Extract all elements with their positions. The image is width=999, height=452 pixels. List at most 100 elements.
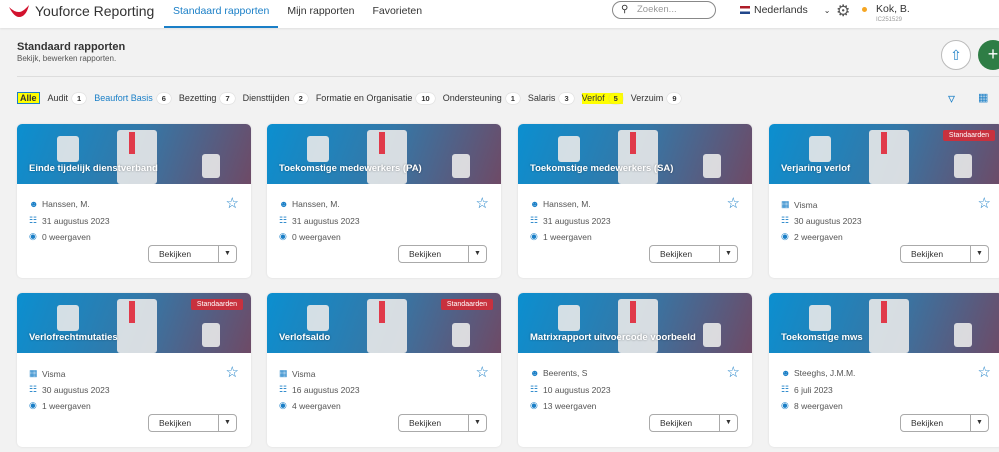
favorite-star-icon[interactable]: ☆: [226, 363, 239, 381]
card-date: 16 augustus 2023: [292, 384, 360, 395]
favorite-star-icon[interactable]: ☆: [978, 194, 991, 212]
add-report-button[interactable]: +: [978, 40, 999, 70]
banner-illustration: [954, 323, 972, 347]
calendar-icon: ☷: [781, 384, 790, 394]
user-icon: ☻: [530, 368, 540, 378]
card-title[interactable]: Verlofrechtmutaties: [29, 332, 118, 343]
favorite-star-icon[interactable]: ☆: [978, 363, 991, 381]
user-icon: ☻: [279, 199, 289, 209]
favorite-star-icon[interactable]: ☆: [476, 363, 489, 381]
card-title[interactable]: Toekomstige medewerkers (PA): [279, 163, 422, 174]
filter-salaris[interactable]: Salaris 3: [528, 92, 574, 104]
card-title[interactable]: Toekomstige medewerkers (SA): [530, 163, 673, 174]
user-icon: ☻: [781, 368, 791, 378]
bookmark-illustration: [129, 301, 135, 323]
card-date: 30 augustus 2023: [794, 215, 862, 226]
card-title[interactable]: Verlofsaldo: [279, 332, 330, 343]
card-date: 30 augustus 2023: [42, 384, 110, 395]
card-title[interactable]: Einde tijdelijk dienstverband: [29, 163, 158, 174]
report-card[interactable]: Matrixrapport uitvoercode voorbeeld ☻ Bee…: [518, 293, 752, 447]
filter-formatie[interactable]: Formatie en Organisatie 10: [316, 92, 435, 104]
filter-beaufort-basis[interactable]: Beaufort Basis 6: [94, 92, 171, 104]
banner-illustration: [307, 305, 329, 331]
language-select[interactable]: Nederlands ⌄: [740, 4, 830, 16]
report-card[interactable]: Toekomstige mws ☻ Steeghs, J.M.M. ☷ 6 juli…: [769, 293, 999, 447]
filter-verzuim[interactable]: Verzuim 9: [631, 92, 682, 104]
view-button[interactable]: Bekijken: [650, 415, 719, 431]
report-card[interactable]: Toekomstige medewerkers (PA) ☻ Hanssen, M…: [267, 124, 501, 278]
favorite-star-icon[interactable]: ☆: [476, 194, 489, 212]
app-logo[interactable]: Youforce Reporting: [8, 3, 154, 19]
card-banner: Standaarden Verjaring verlof: [769, 124, 999, 184]
building-icon: ▦: [29, 368, 38, 378]
card-banner: Standaarden Verlofrechtmutaties: [17, 293, 251, 353]
banner-illustration: [57, 136, 79, 162]
filter-ondersteuning[interactable]: Ondersteuning 1: [443, 92, 520, 104]
upload-button[interactable]: ⇧: [941, 40, 971, 70]
view-button-group: Bekijken ▼: [148, 414, 237, 432]
standaarden-badge: Standaarden: [942, 130, 995, 141]
chevron-down-icon[interactable]: ▼: [468, 415, 486, 431]
favorite-star-icon[interactable]: ☆: [727, 194, 740, 212]
bookmark-illustration: [379, 132, 385, 154]
chevron-down-icon[interactable]: ▼: [970, 415, 988, 431]
filter-diensttijden[interactable]: Diensttijden 2: [243, 92, 308, 104]
chevron-down-icon[interactable]: ▼: [218, 246, 236, 262]
view-button-group: Bekijken ▼: [900, 414, 989, 432]
view-button[interactable]: Bekijken: [650, 246, 719, 262]
view-button[interactable]: Bekijken: [901, 415, 970, 431]
filter-alle[interactable]: Alle: [17, 92, 40, 104]
banner-illustration: [618, 299, 658, 353]
building-icon: ▦: [781, 199, 790, 209]
card-views: 0 weergaven: [42, 231, 91, 242]
grid-view-icon[interactable]: ▦: [978, 91, 988, 104]
banner-illustration: [809, 305, 831, 331]
user-icon: ☻: [29, 199, 39, 209]
report-card[interactable]: Standaarden Verlofsaldo ▦ Visma ☷ 16 augus…: [267, 293, 501, 447]
chevron-down-icon[interactable]: ▼: [970, 246, 988, 262]
report-card[interactable]: Standaarden Verjaring verlof ▦ Visma ☷ 30 …: [769, 124, 999, 278]
user-menu[interactable]: Kok, B. IC251529: [876, 3, 910, 23]
card-banner: Einde tijdelijk dienstverband: [17, 124, 251, 184]
favorite-star-icon[interactable]: ☆: [226, 194, 239, 212]
calendar-icon: ☷: [29, 384, 38, 394]
tab-mijn-rapporten[interactable]: Mijn rapporten: [278, 0, 363, 28]
card-date: 10 augustus 2023: [543, 384, 611, 395]
status-dot: [862, 7, 867, 12]
chevron-down-icon[interactable]: ▼: [719, 246, 737, 262]
tab-favorieten[interactable]: Favorieten: [363, 0, 431, 28]
banner-illustration: [452, 323, 470, 347]
view-button[interactable]: Bekijken: [901, 246, 970, 262]
card-owner: Visma: [42, 368, 66, 379]
filter-audit[interactable]: Audit 1: [48, 92, 87, 104]
tab-standaard-rapporten[interactable]: Standaard rapporten: [164, 0, 279, 28]
card-title[interactable]: Matrixrapport uitvoercode voorbeeld: [530, 332, 696, 343]
chevron-down-icon[interactable]: ▼: [218, 415, 236, 431]
eye-icon: ◉: [781, 231, 789, 241]
chevron-down-icon[interactable]: ▼: [719, 415, 737, 431]
report-card[interactable]: Toekomstige medewerkers (SA) ☻ Hanssen, M…: [518, 124, 752, 278]
upload-icon: ⇧: [950, 47, 962, 63]
view-button[interactable]: Bekijken: [149, 415, 218, 431]
banner-illustration: [558, 305, 580, 331]
search-input[interactable]: ⚲ Zoeken...: [612, 1, 716, 19]
card-banner: Standaarden Verlofsaldo: [267, 293, 501, 353]
banner-illustration: [869, 130, 909, 184]
filter-bezetting[interactable]: Bezetting 7: [179, 92, 235, 104]
report-card[interactable]: Einde tijdelijk dienstverband ☻ Hanssen, …: [17, 124, 251, 278]
banner-illustration: [57, 305, 79, 331]
favorite-star-icon[interactable]: ☆: [727, 363, 740, 381]
view-button[interactable]: Bekijken: [399, 415, 468, 431]
page-subtitle: Bekijk, bewerken rapporten.: [17, 54, 117, 63]
chevron-down-icon[interactable]: ▼: [468, 246, 486, 262]
gear-icon[interactable]: ⚙: [836, 1, 850, 21]
card-owner: Steeghs, J.M.M.: [794, 368, 856, 378]
view-button[interactable]: Bekijken: [399, 246, 468, 262]
filter-verlof[interactable]: Verlof 5: [581, 92, 623, 104]
card-title[interactable]: Verjaring verlof: [781, 163, 850, 174]
filter-icon[interactable]: ▿: [948, 90, 955, 107]
card-title[interactable]: Toekomstige mws: [781, 332, 863, 343]
card-banner: Toekomstige mws: [769, 293, 999, 353]
view-button[interactable]: Bekijken: [149, 246, 218, 262]
report-card[interactable]: Standaarden Verlofrechtmutaties ▦ Visma ☷…: [17, 293, 251, 447]
